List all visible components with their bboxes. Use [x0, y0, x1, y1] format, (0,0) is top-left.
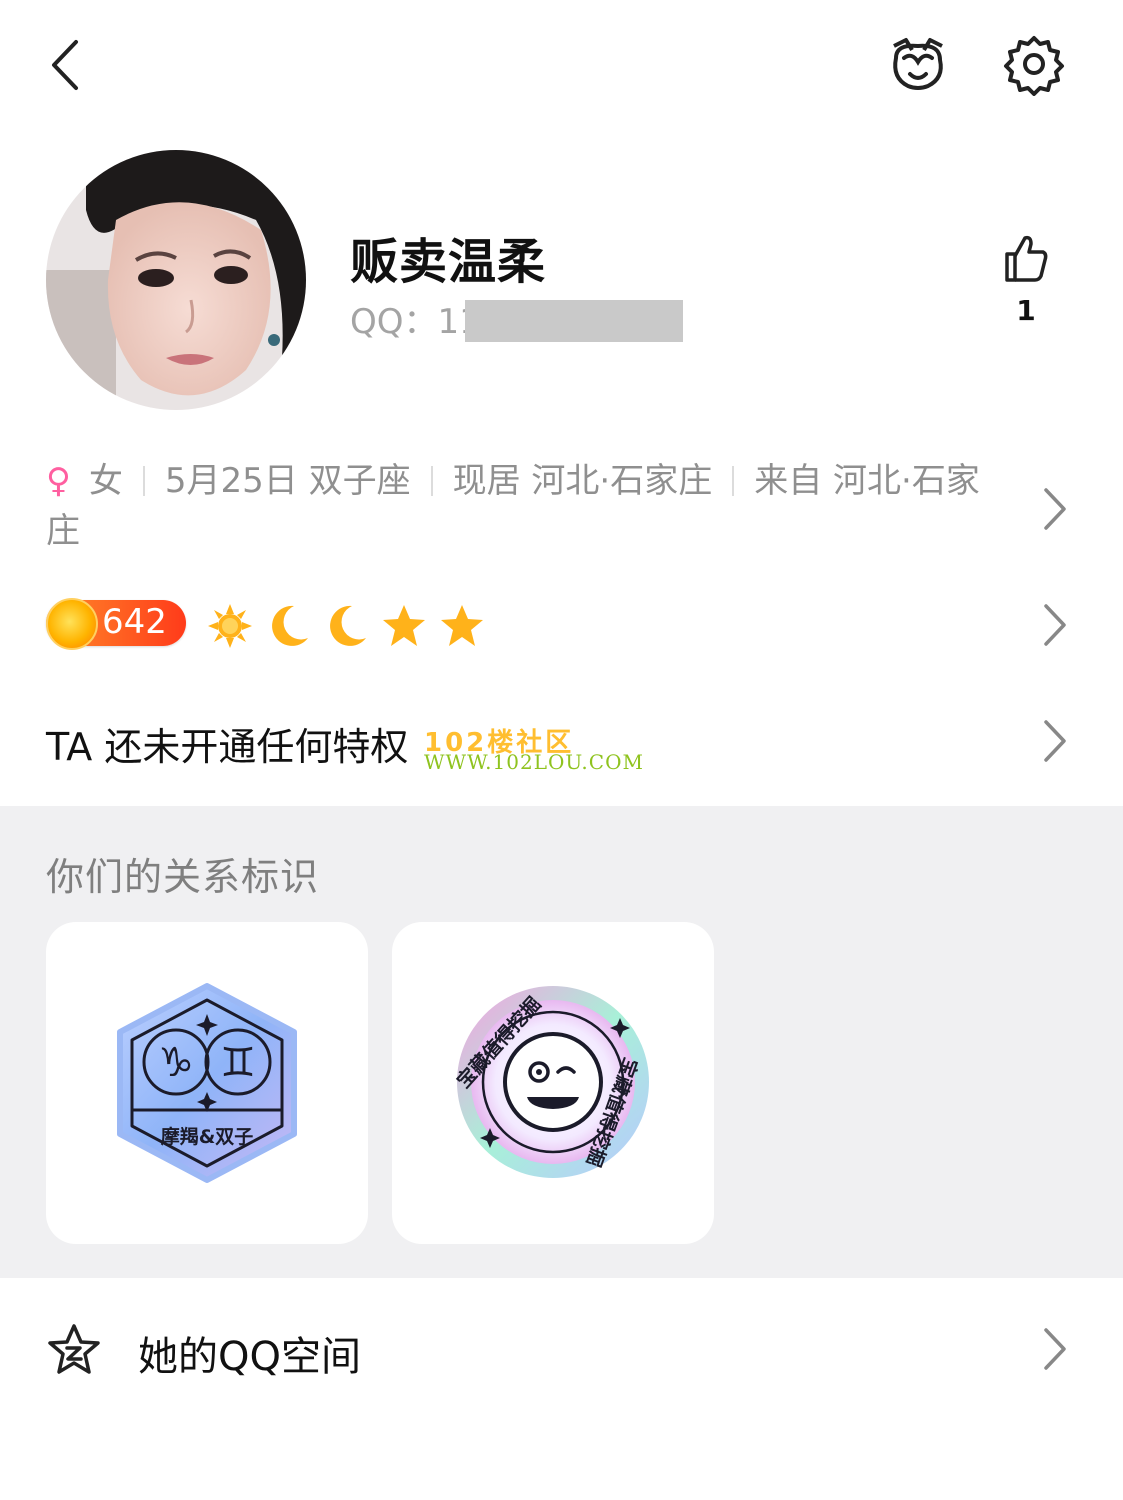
qq-zone-row[interactable]: 她的QQ空间 — [0, 1300, 1123, 1400]
star-icon — [441, 605, 483, 646]
privilege-chevron[interactable] — [1040, 718, 1070, 764]
privilege-text[interactable]: TA 还未开通任何特权 — [46, 716, 408, 771]
level-row[interactable]: 642 — [46, 598, 946, 654]
relation-badge-card[interactable]: 宝藏值得挖掘 宝藏值得挖掘 — [392, 922, 714, 1244]
star-icon — [383, 605, 425, 646]
residence-text: 现居 河北·石家庄 — [452, 461, 713, 501]
chevron-right-icon — [1044, 1328, 1066, 1370]
profile-info-row[interactable]: ♀ 女 5月25日 双子座 现居 河北·石家庄 来自 河北·石家庄 — [46, 456, 986, 556]
zodiac-badge-icon: ♑ ♊ — [117, 983, 297, 1183]
birthday-text: 5月25日 双子座 — [164, 461, 411, 501]
sun-icon — [208, 604, 252, 648]
moon-icon — [330, 605, 366, 646]
pet-button[interactable] — [886, 32, 950, 96]
chevron-right-icon — [1044, 604, 1066, 646]
qzone-star-icon — [48, 1324, 100, 1374]
avatar[interactable] — [46, 150, 306, 410]
like-button[interactable] — [995, 228, 1055, 288]
qq-zone-chevron[interactable] — [1040, 1326, 1070, 1372]
flame-icon — [46, 598, 98, 650]
svg-text:♊: ♊ — [220, 1040, 256, 1086]
badge-label: 摩羯&双子 — [160, 1126, 254, 1148]
svg-text:♑: ♑ — [158, 1040, 194, 1086]
divider — [430, 466, 433, 496]
level-badge: 642 — [46, 598, 186, 650]
divider — [142, 466, 145, 496]
treasure-badge-icon — [457, 986, 649, 1178]
info-chevron[interactable] — [1040, 486, 1070, 532]
female-icon: ♀ — [46, 461, 71, 501]
relation-badge-card[interactable]: ♑ ♊ 摩羯&双子 — [46, 922, 368, 1244]
chevron-left-icon — [52, 40, 78, 90]
redaction-box — [465, 300, 683, 342]
gender-text: 女 — [88, 461, 123, 501]
chevron-right-icon — [1044, 488, 1066, 530]
level-chevron[interactable] — [1040, 602, 1070, 648]
moon-icon — [272, 605, 308, 646]
back-button[interactable] — [40, 30, 100, 100]
nickname: 贩卖温柔 — [350, 234, 547, 290]
qq-number: QQ：11 — [350, 302, 481, 342]
qq-zone-label: 她的QQ空间 — [138, 1334, 361, 1380]
relation-title: 你们的关系标识 — [46, 855, 320, 899]
divider — [732, 466, 735, 496]
avatar-photo — [46, 150, 306, 410]
pet-face-icon — [893, 38, 943, 90]
level-value: 642 — [102, 602, 167, 642]
settings-button[interactable] — [1002, 32, 1066, 96]
like-count: 1 — [1016, 294, 1036, 327]
thumbs-up-icon — [1005, 235, 1048, 282]
watermark-url: WWW.102LOU.COM — [424, 750, 644, 774]
gear-icon — [1004, 36, 1064, 96]
chevron-right-icon — [1044, 720, 1066, 762]
